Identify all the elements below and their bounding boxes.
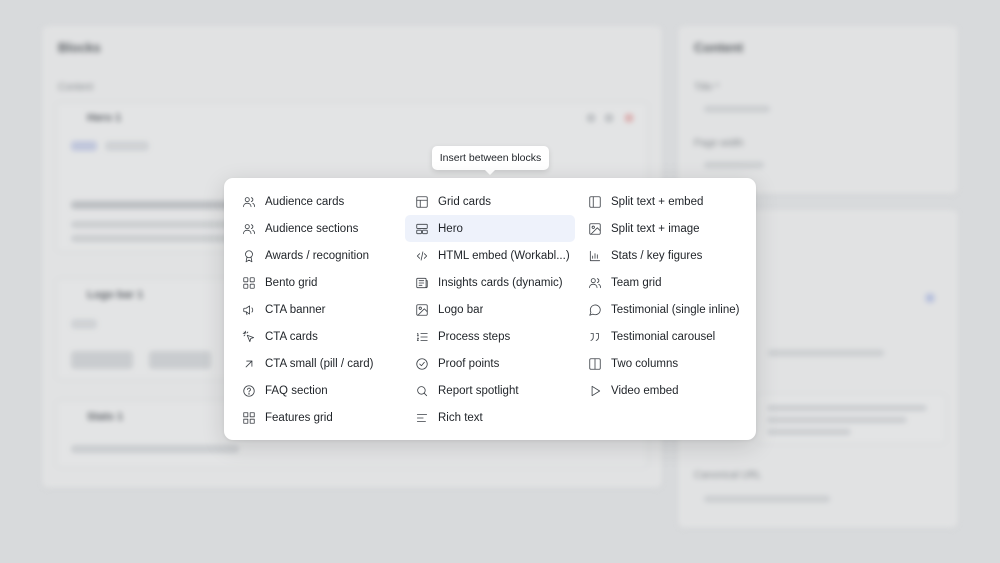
menu-item-cta-small-pill-card[interactable]: CTA small (pill / card) <box>232 350 402 377</box>
grid-icon <box>242 411 256 425</box>
menu-column-1: Audience cards Audience sections Awards / … <box>232 188 402 431</box>
menu-item-label: Logo bar <box>438 303 484 316</box>
search-icon <box>415 384 429 398</box>
menu-item-bento-grid[interactable]: Bento grid <box>232 269 402 296</box>
insert-block-menu: Audience cards Audience sections Awards / … <box>224 178 756 440</box>
menu-item-stats-key-figures[interactable]: Stats / key figures <box>578 242 748 269</box>
menu-item-label: Team grid <box>611 276 662 289</box>
menu-item-insights-cards-dynamic[interactable]: Insights cards (dynamic) <box>405 269 575 296</box>
quote-icon <box>588 330 602 344</box>
menu-item-testimonial-carousel[interactable]: Testimonial carousel <box>578 323 748 350</box>
pointer-click-icon <box>242 330 256 344</box>
menu-item-logo-bar[interactable]: Logo bar <box>405 296 575 323</box>
menu-column-3: Split text + embed Split text + image Stat… <box>578 188 748 404</box>
menu-item-label: Split text + embed <box>611 195 704 208</box>
align-left-icon <box>415 411 429 425</box>
menu-item-label: Process steps <box>438 330 511 343</box>
menu-item-label: CTA small (pill / card) <box>265 357 374 370</box>
image-icon <box>588 222 602 236</box>
menu-item-label: FAQ section <box>265 384 328 397</box>
table-icon <box>415 195 429 209</box>
hero-layout-icon <box>415 222 429 236</box>
menu-item-cta-cards[interactable]: CTA cards <box>232 323 402 350</box>
menu-column-2: Grid cards Hero HTML embed (Workabl...) Ins… <box>405 188 575 431</box>
menu-item-proof-points[interactable]: Proof points <box>405 350 575 377</box>
arrow-up-right-icon <box>242 357 256 371</box>
menu-item-grid-cards[interactable]: Grid cards <box>405 188 575 215</box>
users-icon <box>588 276 602 290</box>
menu-item-cta-banner[interactable]: CTA banner <box>232 296 402 323</box>
menu-item-report-spotlight[interactable]: Report spotlight <box>405 377 575 404</box>
menu-item-faq-section[interactable]: FAQ section <box>232 377 402 404</box>
menu-item-label: Stats / key figures <box>611 249 703 262</box>
image-icon <box>415 303 429 317</box>
award-icon <box>242 249 256 263</box>
menu-item-label: Testimonial (single inline) <box>611 303 740 316</box>
menu-item-rich-text[interactable]: Rich text <box>405 404 575 431</box>
menu-item-audience-cards[interactable]: Audience cards <box>232 188 402 215</box>
code-icon <box>415 249 429 263</box>
menu-item-label: Insights cards (dynamic) <box>438 276 563 289</box>
menu-item-label: Testimonial carousel <box>611 330 716 343</box>
menu-item-process-steps[interactable]: Process steps <box>405 323 575 350</box>
menu-item-two-columns[interactable]: Two columns <box>578 350 748 377</box>
columns-icon <box>588 357 602 371</box>
menu-item-label: Report spotlight <box>438 384 519 397</box>
message-circle-icon <box>588 303 602 317</box>
menu-item-video-embed[interactable]: Video embed <box>578 377 748 404</box>
menu-item-label: Bento grid <box>265 276 318 289</box>
list-ordered-icon <box>415 330 429 344</box>
users-icon <box>242 222 256 236</box>
tooltip-arrow <box>484 169 496 175</box>
users-icon <box>242 195 256 209</box>
menu-item-label: CTA banner <box>265 303 326 316</box>
menu-item-label: Hero <box>438 222 463 235</box>
menu-item-hero[interactable]: Hero <box>405 215 575 242</box>
menu-item-label: CTA cards <box>265 330 318 343</box>
menu-item-split-text-image[interactable]: Split text + image <box>578 215 748 242</box>
menu-item-label: Audience sections <box>265 222 359 235</box>
menu-item-label: Audience cards <box>265 195 345 208</box>
menu-item-awards-recognition[interactable]: Awards / recognition <box>232 242 402 269</box>
megaphone-icon <box>242 303 256 317</box>
check-circle-icon <box>415 357 429 371</box>
menu-item-split-text-embed[interactable]: Split text + embed <box>578 188 748 215</box>
panel-left-icon <box>588 195 602 209</box>
insert-tooltip: Insert between blocks <box>432 146 549 170</box>
menu-item-audience-sections[interactable]: Audience sections <box>232 215 402 242</box>
bar-chart-icon <box>588 249 602 263</box>
menu-item-testimonial-single-inline[interactable]: Testimonial (single inline) <box>578 296 748 323</box>
menu-item-label: Proof points <box>438 357 500 370</box>
play-icon <box>588 384 602 398</box>
help-circle-icon <box>242 384 256 398</box>
menu-item-label: Split text + image <box>611 222 700 235</box>
menu-item-label: Rich text <box>438 411 483 424</box>
menu-item-label: Video embed <box>611 384 679 397</box>
menu-item-html-embed-workabl[interactable]: HTML embed (Workabl...) <box>405 242 575 269</box>
newspaper-icon <box>415 276 429 290</box>
menu-item-features-grid[interactable]: Features grid <box>232 404 402 431</box>
menu-item-label: Features grid <box>265 411 333 424</box>
menu-item-label: Grid cards <box>438 195 492 208</box>
menu-item-label: HTML embed (Workabl...) <box>438 249 570 262</box>
menu-item-label: Two columns <box>611 357 679 370</box>
menu-item-label: Awards / recognition <box>265 249 369 262</box>
bento-grid-icon <box>242 276 256 290</box>
menu-item-team-grid[interactable]: Team grid <box>578 269 748 296</box>
